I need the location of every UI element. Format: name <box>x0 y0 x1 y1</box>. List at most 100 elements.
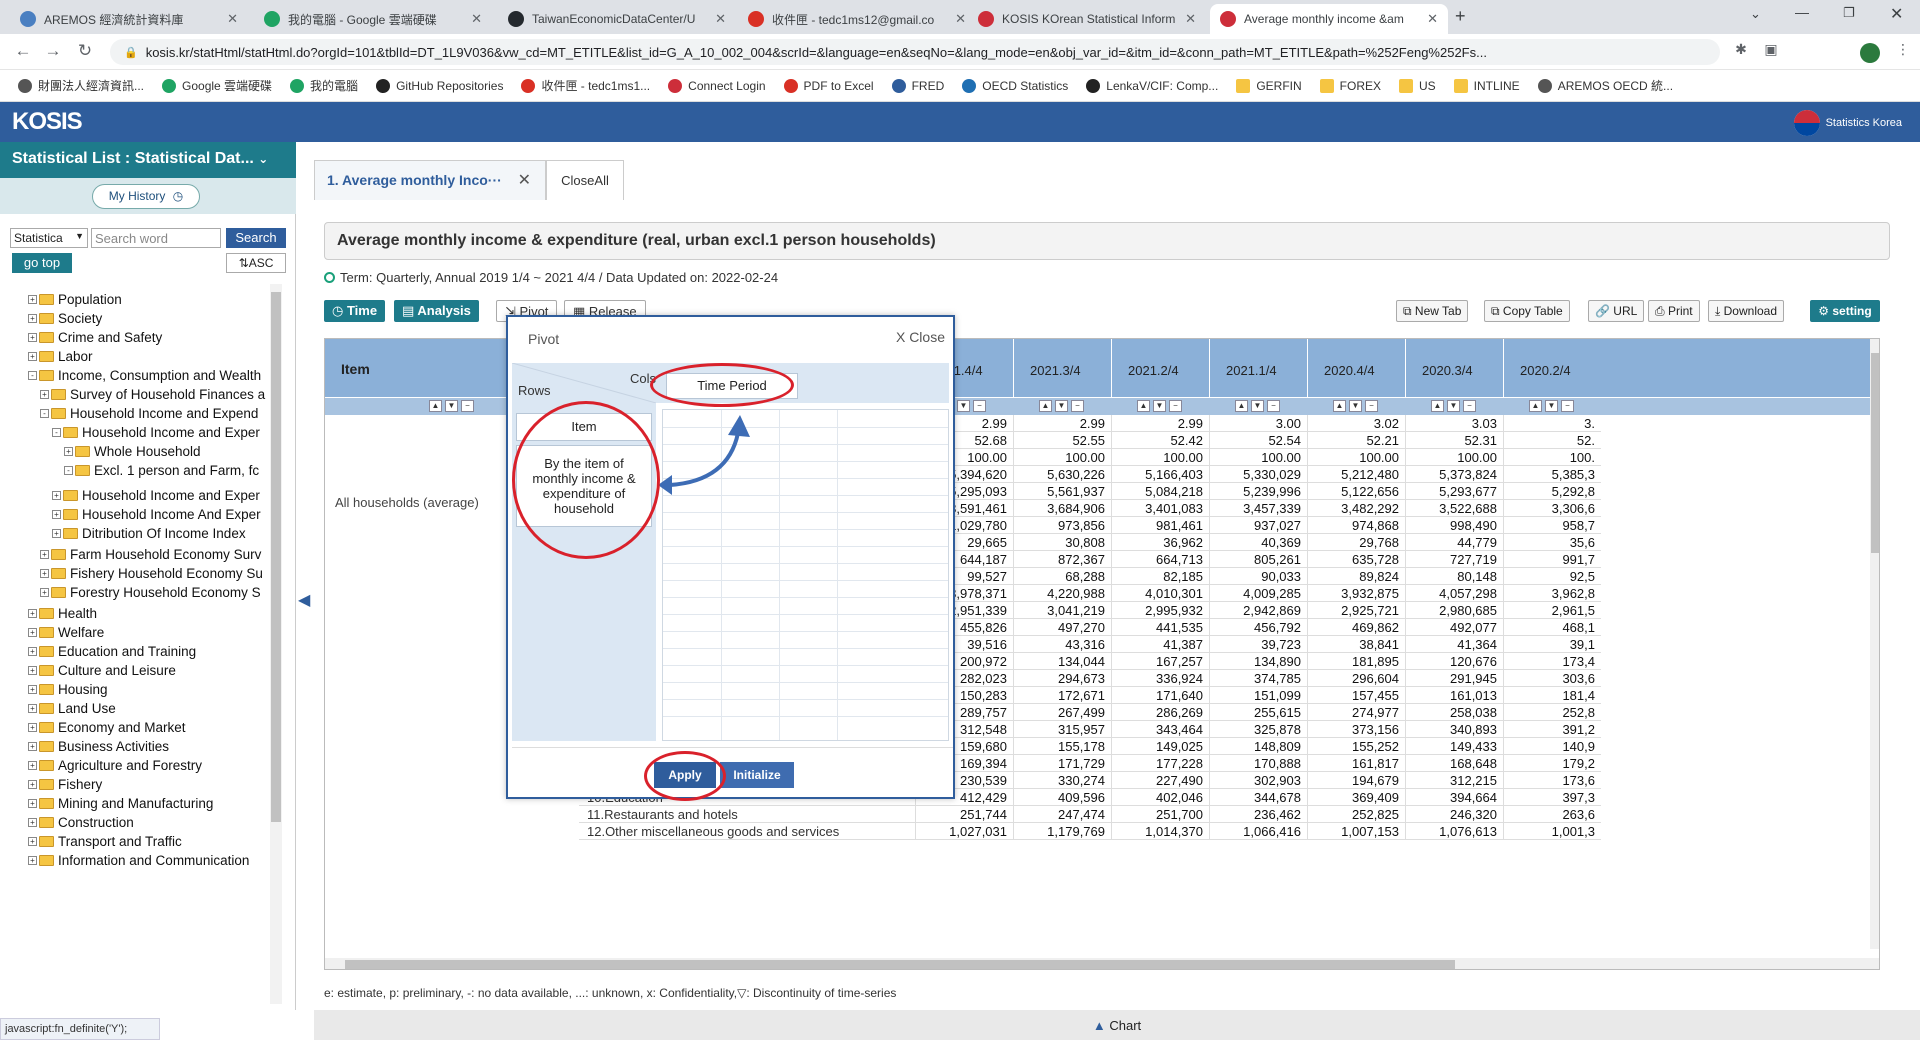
bookmark-item[interactable]: GitHub Repositories <box>368 78 511 93</box>
expand-icon[interactable]: + <box>28 685 37 694</box>
bookmark-item[interactable]: 收件匣 - tedc1ms1... <box>513 77 658 94</box>
close-window-icon[interactable]: ✕ <box>1890 4 1903 24</box>
bookmark-item[interactable]: AREMOS OECD 統... <box>1530 77 1681 94</box>
setting-button[interactable]: ⚙ setting <box>1810 300 1880 322</box>
tree-node[interactable]: + Information and Communication <box>28 853 249 868</box>
tree-node[interactable]: - Household Income and Exper <box>52 425 260 440</box>
pivot-close-button[interactable]: X Close <box>896 329 945 345</box>
column-header[interactable]: 2021.1/4 <box>1209 339 1307 397</box>
column-sort-controls[interactable]: ▲▼− <box>1431 400 1476 412</box>
print-button[interactable]: ⎙ Print <box>1648 300 1700 322</box>
browser-tab[interactable]: 我的電腦 - Google 雲端硬碟 ✕ <box>254 4 492 34</box>
url-button[interactable]: 🔗 URL <box>1588 300 1645 322</box>
tree-node[interactable]: + Agriculture and Forestry <box>28 758 202 773</box>
sort-arrow-icon[interactable]: − <box>1365 400 1378 412</box>
tree-node[interactable]: + Education and Training <box>28 644 196 659</box>
sort-arrow-icon[interactable]: ▼ <box>1447 400 1460 412</box>
forward-icon[interactable]: → <box>42 41 64 61</box>
table-horizontal-scroll-thumb[interactable] <box>345 960 1455 969</box>
expand-icon[interactable]: + <box>28 723 37 732</box>
collapse-sidebar-icon[interactable]: ◀ <box>298 590 310 610</box>
tree-node[interactable]: - Household Income and Expend <box>40 406 258 421</box>
collapse-icon[interactable]: - <box>64 466 73 475</box>
tree-node[interactable]: + Housing <box>28 682 108 697</box>
tree-node[interactable]: + Crime and Safety <box>28 330 162 345</box>
reload-icon[interactable]: ↻ <box>74 41 96 61</box>
column-header[interactable]: 2020.3/4 <box>1405 339 1503 397</box>
initialize-button[interactable]: Initialize <box>720 762 794 788</box>
bookmark-item[interactable]: GERFIN <box>1228 78 1309 93</box>
expand-icon[interactable]: + <box>28 799 37 808</box>
item-sort-controls[interactable]: ▲ ▼ − <box>429 400 474 412</box>
expand-icon[interactable]: + <box>28 837 37 846</box>
bookmark-item[interactable]: INTLINE <box>1446 78 1528 93</box>
bookmark-item[interactable]: FOREX <box>1312 78 1389 93</box>
new-tab-icon[interactable]: + <box>1455 6 1466 27</box>
tree-node[interactable]: + Construction <box>28 815 134 830</box>
browser-tab[interactable]: KOSIS KOrean Statistical Inform ✕ <box>968 4 1206 34</box>
close-tab-icon[interactable]: ✕ <box>1427 11 1438 27</box>
sort-arrow-icon[interactable]: − <box>1561 400 1574 412</box>
download-button[interactable]: ⤓ Download <box>1708 300 1785 322</box>
sort-arrow-icon[interactable]: ▼ <box>1055 400 1068 412</box>
column-sort-controls[interactable]: ▲▼− <box>1039 400 1084 412</box>
column-sort-controls[interactable]: ▲▼− <box>1333 400 1378 412</box>
table-tab[interactable]: 1. Average monthly Inco··· ✕ <box>314 160 546 200</box>
expand-icon[interactable]: + <box>28 742 37 751</box>
tree-node[interactable]: - Excl. 1 person and Farm, fc <box>64 463 259 478</box>
close-tab-icon[interactable]: ✕ <box>471 11 482 27</box>
bookmark-item[interactable]: LenkaV/CIF: Comp... <box>1078 78 1226 93</box>
tree-node[interactable]: + Society <box>28 311 102 326</box>
expand-icon[interactable]: + <box>28 352 37 361</box>
tree-node[interactable]: + Labor <box>28 349 93 364</box>
column-sort-controls[interactable]: ▲▼− <box>1137 400 1182 412</box>
column-header[interactable]: 2021.3/4 <box>1013 339 1111 397</box>
my-history-button[interactable]: My History ◷ <box>92 184 200 209</box>
go-top-button[interactable]: go top <box>12 253 72 273</box>
sort-arrow-icon[interactable]: − <box>461 400 474 412</box>
sort-arrow-icon[interactable]: ▼ <box>1251 400 1264 412</box>
address-bar[interactable]: 🔒 kosis.kr/statHtml/statHtml.do?orgId=10… <box>110 39 1720 65</box>
expand-icon[interactable]: + <box>52 529 61 538</box>
expand-icon[interactable]: + <box>28 333 37 342</box>
analysis-button[interactable]: ▤ Analysis <box>394 300 479 322</box>
bookmark-item[interactable]: 我的電腦 <box>282 77 366 94</box>
copy-table-button[interactable]: ⧉ Copy Table <box>1484 300 1570 322</box>
expand-icon[interactable]: + <box>28 704 37 713</box>
column-sort-controls[interactable]: ▲▼− <box>1529 400 1574 412</box>
expand-icon[interactable]: + <box>28 609 37 618</box>
close-all-button[interactable]: CloseAll <box>546 160 624 200</box>
tree-node[interactable]: + Household Income And Exper <box>52 507 261 522</box>
table-vertical-scroll-thumb[interactable] <box>1871 353 1879 553</box>
expand-icon[interactable]: + <box>52 510 61 519</box>
tree-node[interactable]: + Welfare <box>28 625 104 640</box>
sort-arrow-icon[interactable]: − <box>1267 400 1280 412</box>
chart-toggle[interactable]: ▲ Chart <box>314 1010 1920 1040</box>
sort-arrow-icon[interactable]: − <box>1463 400 1476 412</box>
expand-icon[interactable]: + <box>52 491 61 500</box>
bookmark-item[interactable]: 財團法人經濟資訊... <box>10 77 152 94</box>
close-tab-icon[interactable]: ✕ <box>518 170 531 190</box>
collapse-icon[interactable]: - <box>40 409 49 418</box>
sort-arrow-icon[interactable]: − <box>973 400 986 412</box>
column-sort-controls[interactable]: ▲▼− <box>1235 400 1280 412</box>
expand-icon[interactable]: + <box>28 295 37 304</box>
close-tab-icon[interactable]: ✕ <box>227 11 238 27</box>
sort-arrow-icon[interactable]: ▼ <box>445 400 458 412</box>
browser-tab[interactable]: 收件匣 - tedc1ms12@gmail.co ✕ <box>738 4 976 34</box>
column-header[interactable]: 2020.4/4 <box>1307 339 1405 397</box>
sort-asc-button[interactable]: ⇅ASC <box>226 253 286 273</box>
sort-arrow-icon[interactable]: ▼ <box>1349 400 1362 412</box>
tree-node[interactable]: - Income, Consumption and Wealth <box>28 368 261 383</box>
time-button[interactable]: ◷ Time <box>324 300 386 322</box>
profile-avatar[interactable] <box>1860 43 1880 63</box>
expand-icon[interactable]: + <box>28 818 37 827</box>
collapse-icon[interactable]: - <box>28 371 37 380</box>
sort-arrow-icon[interactable]: ▲ <box>1431 400 1444 412</box>
expand-icon[interactable]: + <box>40 569 49 578</box>
tree-node[interactable]: + Forestry Household Economy S <box>40 585 261 600</box>
bookmark-item[interactable]: OECD Statistics <box>954 78 1076 93</box>
sort-arrow-icon[interactable]: − <box>1169 400 1182 412</box>
column-header[interactable]: 2020.2/4 <box>1503 339 1601 397</box>
back-icon[interactable]: ← <box>12 41 34 61</box>
